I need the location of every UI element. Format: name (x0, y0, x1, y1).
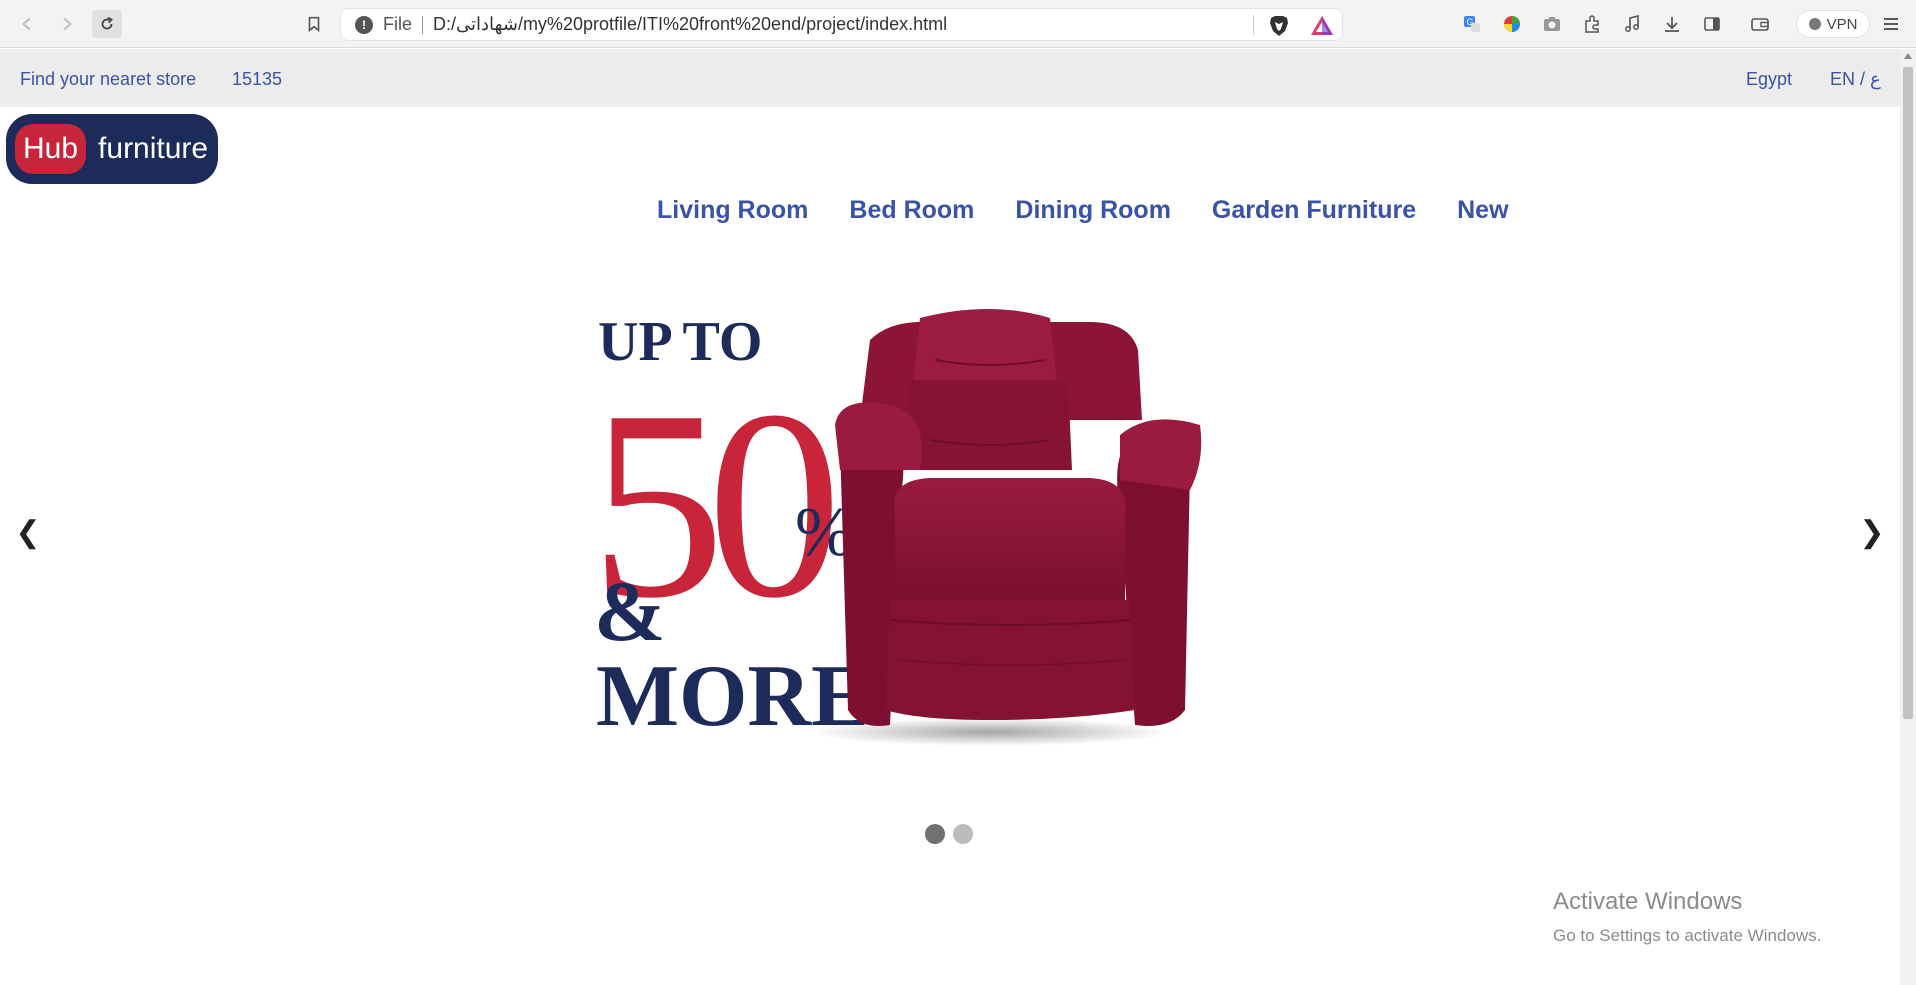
back-arrow-icon (22, 17, 31, 31)
nav-living-room[interactable]: Living Room (657, 196, 808, 225)
bookmark-button[interactable] (300, 10, 328, 38)
address-scheme: File (383, 14, 413, 34)
carousel-next-button[interactable]: ❯ (1857, 512, 1887, 552)
forward-arrow-icon (63, 17, 72, 31)
watermark-subtitle: Go to Settings to activate Windows. (1553, 926, 1822, 945)
media-music-icon[interactable] (1619, 11, 1645, 37)
main-navigation: Living Room Bed Room Dining Room Garden … (657, 196, 1509, 225)
scroll-up-arrow-icon[interactable] (1904, 53, 1912, 59)
address-bar[interactable]: ! File D:/شهاداتى/my%20protfile/ITI%20fr… (340, 8, 1343, 41)
browser-toolbar: ! File D:/شهاداتى/my%20protfile/ITI%20fr… (0, 0, 1916, 48)
reload-button[interactable] (92, 10, 122, 38)
banner-ampersand-text: & (594, 563, 666, 659)
info-icon[interactable]: ! (355, 15, 373, 34)
site-logo[interactable]: Hub furniture (6, 114, 218, 184)
store-info-bar: Find your nearet store 15135 Egypt EN / … (0, 49, 1900, 107)
armchair-illustration (810, 309, 1202, 746)
windows-activation-watermark: Activate Windows Go to Settings to activ… (1553, 888, 1821, 946)
screenshot-icon[interactable] (1539, 11, 1565, 37)
vpn-button[interactable]: VPN (1796, 10, 1870, 38)
find-store-link[interactable]: Find your nearet store (20, 69, 196, 90)
address-separator (422, 15, 424, 34)
nav-dining-room[interactable]: Dining Room (1015, 196, 1171, 225)
sidebar-toggle-icon[interactable] (1699, 11, 1725, 37)
nav-bed-room[interactable]: Bed Room (849, 196, 974, 225)
language-switch[interactable]: EN / ع (1830, 69, 1881, 90)
vpn-status-icon (1808, 18, 1821, 30)
hotline-number[interactable]: 15135 (232, 69, 282, 90)
address-divider (1253, 15, 1254, 35)
nav-new[interactable]: New (1457, 196, 1508, 225)
carousel-indicators (925, 824, 973, 844)
wallet-icon[interactable] (1747, 11, 1773, 37)
nav-garden-furniture[interactable]: Garden Furniture (1212, 196, 1416, 225)
watermark-title: Activate Windows (1553, 888, 1743, 915)
sale-banner-image: UP TO 50 % & MORE (590, 309, 1202, 746)
reload-icon (101, 16, 113, 30)
page-scrollbar[interactable] (1900, 49, 1916, 985)
carousel-dot-2[interactable] (953, 824, 973, 844)
country-selector[interactable]: Egypt (1746, 69, 1792, 90)
logo-furniture-text: furniture (98, 132, 209, 165)
brave-rewards-icon[interactable] (1309, 13, 1335, 39)
address-url[interactable]: D:/شهاداتى/my%20protfile/ITI%20front%20e… (433, 14, 947, 35)
back-button[interactable] (12, 10, 42, 38)
translate-extension-icon[interactable]: G (1459, 11, 1485, 37)
brave-shields-icon[interactable] (1266, 13, 1292, 39)
menu-button[interactable] (1878, 12, 1904, 36)
downloads-icon[interactable] (1659, 11, 1685, 37)
hamburger-menu-icon (1884, 18, 1898, 30)
logo-hub-text: Hub (15, 124, 87, 174)
carousel-dot-1[interactable] (925, 824, 945, 844)
carousel-prev-button[interactable]: ❮ (13, 512, 43, 552)
scroll-thumb[interactable] (1903, 67, 1913, 719)
vpn-label: VPN (1826, 15, 1858, 33)
color-picker-extension-icon[interactable] (1499, 11, 1525, 37)
forward-button[interactable] (52, 10, 82, 38)
bookmark-icon (308, 16, 320, 32)
extensions-icon[interactable] (1579, 11, 1605, 37)
